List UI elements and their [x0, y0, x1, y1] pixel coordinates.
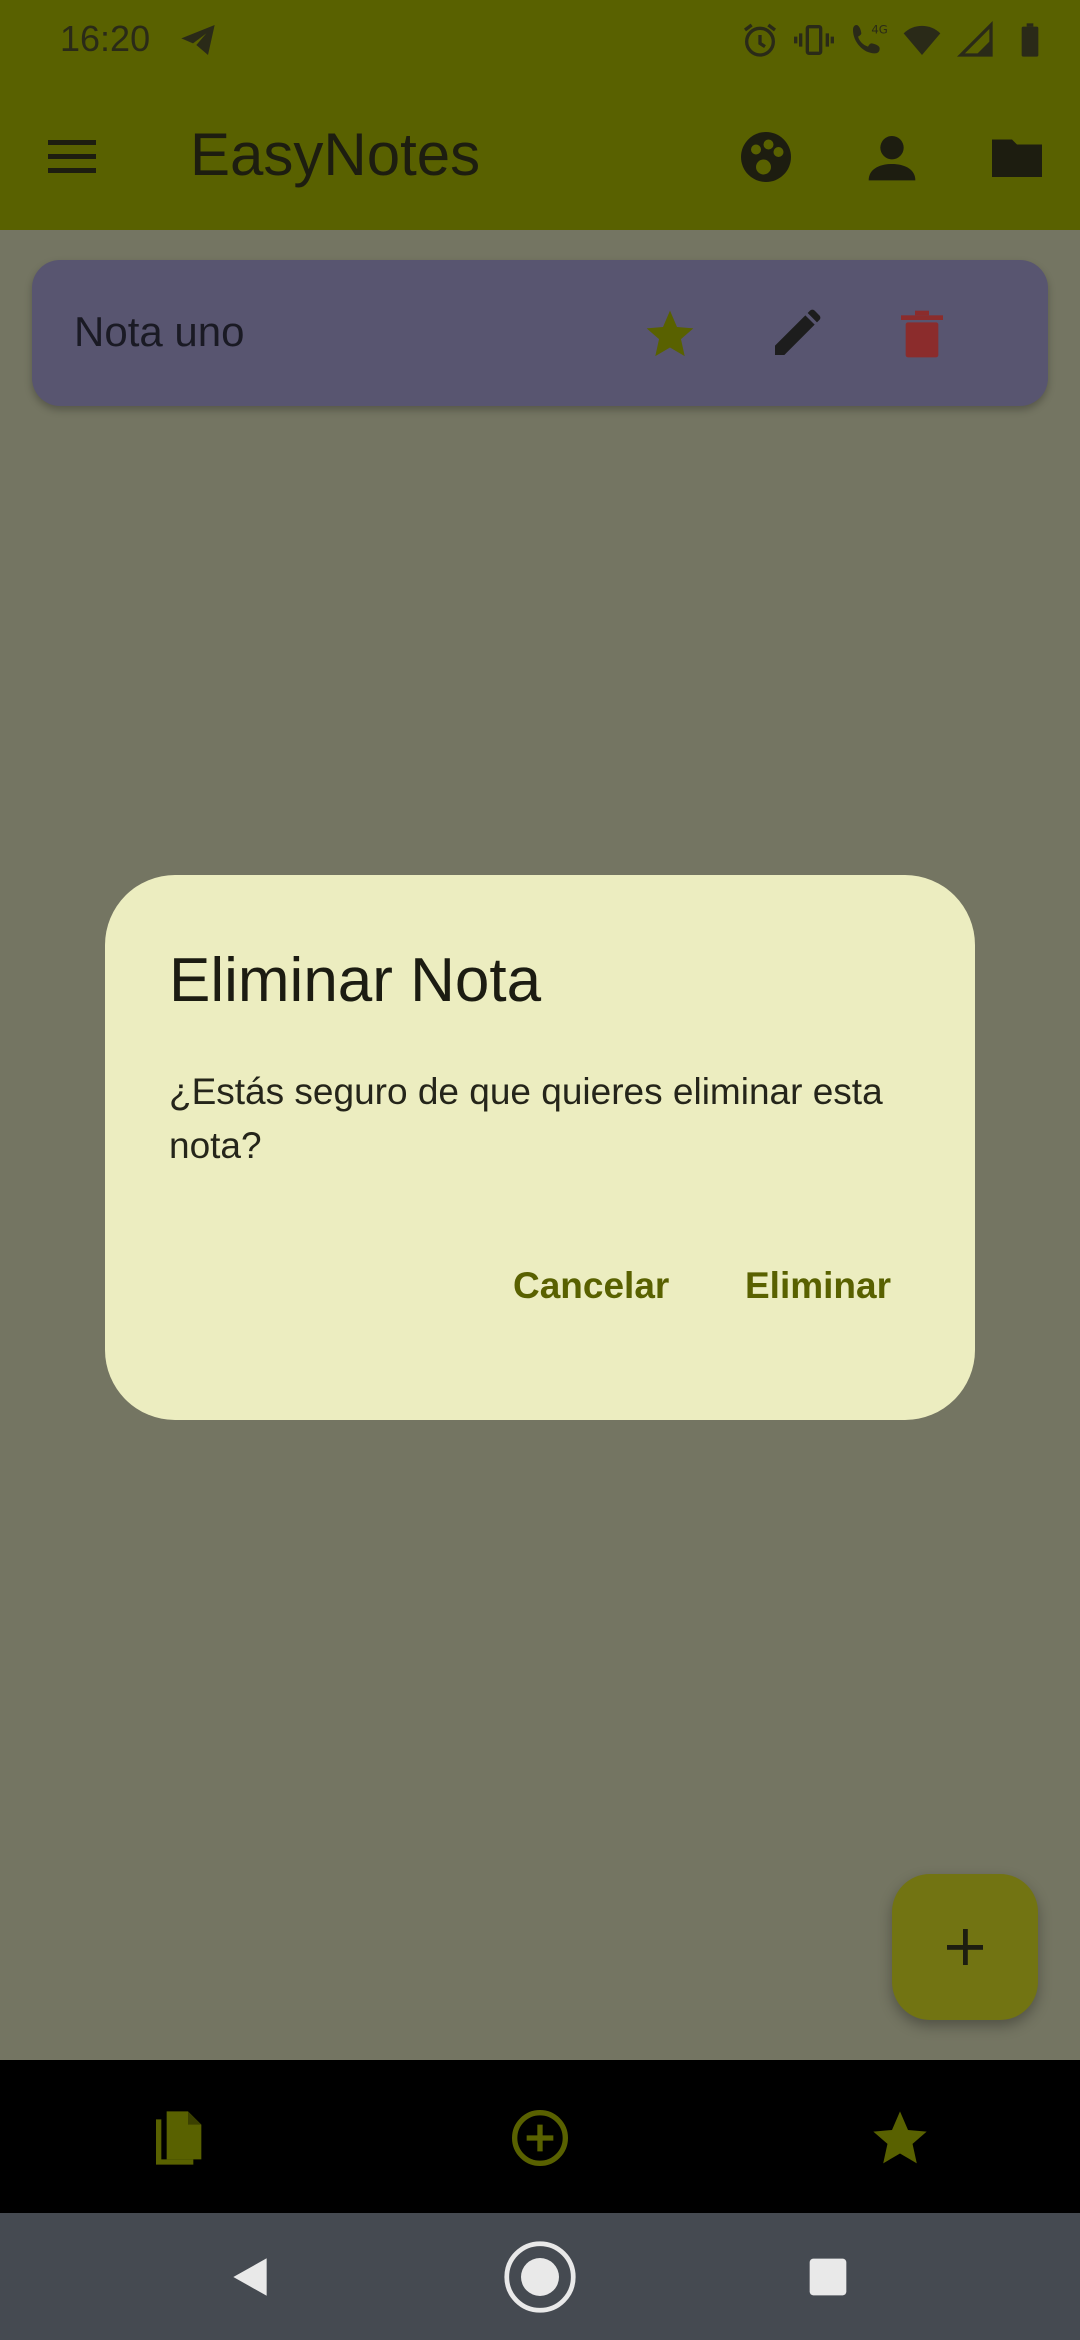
delete-button[interactable]: [890, 302, 954, 366]
dialog-title: Eliminar Nota: [169, 946, 542, 1015]
favorite-button[interactable]: [638, 302, 702, 366]
notes-copy-icon: [156, 2111, 202, 2165]
volte-4g-icon: 4G: [848, 20, 888, 60]
home-button[interactable]: [502, 2239, 578, 2315]
nav-favorites[interactable]: [860, 2098, 940, 2178]
folder-button[interactable]: [985, 125, 1049, 189]
profile-button[interactable]: [860, 125, 924, 189]
alarm-icon: [740, 20, 780, 60]
nav-add-note[interactable]: [500, 2098, 580, 2178]
pencil-icon: [775, 309, 821, 355]
cancel-button[interactable]: Cancelar: [513, 1265, 669, 1307]
star-icon: [873, 2111, 927, 2164]
app-title: EasyNotes: [190, 121, 481, 188]
back-triangle-icon: [233, 2258, 267, 2296]
plus-icon: [947, 1929, 983, 1965]
status-bar: 16:20 4G: [0, 0, 1080, 80]
star-icon: [646, 310, 694, 357]
nav-all-notes[interactable]: [140, 2098, 220, 2178]
add-note-fab[interactable]: [892, 1874, 1038, 2020]
telegram-icon: [178, 20, 218, 65]
trash-icon: [901, 310, 943, 358]
recents-square-icon: [809, 2258, 847, 2296]
wifi-icon: [902, 20, 942, 60]
person-icon: [868, 136, 916, 181]
note-title: Nota uno: [74, 308, 245, 355]
home-circle-icon: [504, 2241, 576, 2313]
palette-icon: [741, 132, 791, 182]
add-circle-icon: [512, 2110, 568, 2166]
folder-icon: [992, 139, 1042, 177]
system-navigation-bar: [0, 2213, 1080, 2340]
battery-icon: [1010, 20, 1050, 60]
signal-icon: [956, 20, 996, 60]
back-button[interactable]: [212, 2239, 288, 2315]
vibrate-icon: [794, 20, 834, 60]
edit-button[interactable]: [764, 302, 828, 366]
svg-text:4G: 4G: [871, 22, 887, 36]
dialog-message: ¿Estás seguro de que quieres eliminar es…: [169, 1071, 883, 1166]
menu-button[interactable]: [44, 132, 100, 180]
status-icons: 4G: [740, 20, 1050, 60]
note-card[interactable]: Nota uno: [32, 260, 1048, 406]
app-bar: EasyNotes: [0, 80, 1080, 230]
status-time: 16:20: [60, 18, 151, 59]
delete-confirmation-dialog: Eliminar Nota ¿Estás seguro de que quier…: [105, 875, 975, 1420]
theme-button[interactable]: [734, 125, 798, 189]
bottom-navigation: [0, 2060, 1080, 2213]
recents-button[interactable]: [790, 2239, 866, 2315]
confirm-delete-button[interactable]: Eliminar: [745, 1265, 891, 1307]
hamburger-menu-icon: [48, 140, 96, 173]
